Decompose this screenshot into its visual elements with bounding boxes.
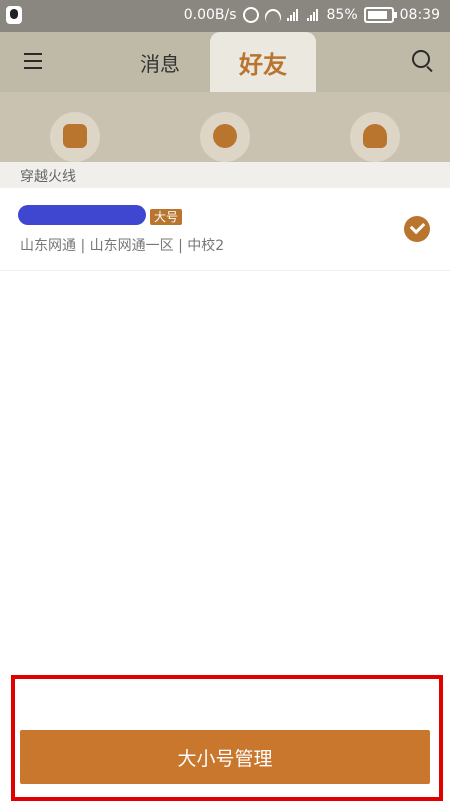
- redacted-name: [18, 205, 146, 225]
- alarm-icon: [242, 7, 259, 23]
- battery-icon: [363, 7, 397, 23]
- wifi-icon: [265, 9, 281, 21]
- highlight-frame: [11, 675, 443, 801]
- menu-icon[interactable]: [24, 52, 42, 70]
- tab-friends[interactable]: 好友: [210, 32, 316, 92]
- signal-icon-2: [306, 9, 321, 21]
- top-navigation: 消息 好友: [0, 32, 450, 92]
- status-bar: 0.00B/s 85% 08:39: [0, 0, 450, 32]
- signal-icon-1: [286, 9, 301, 21]
- clock: 08:39: [399, 7, 440, 23]
- section-title: 穿越火线: [20, 169, 76, 185]
- main-account-badge: 大号: [150, 209, 183, 225]
- feature-icon-row: [0, 92, 450, 162]
- search-icon[interactable]: [412, 50, 430, 68]
- account-row[interactable]: 大号 山东网通 | 山东网通一区 | 中校2: [0, 190, 450, 271]
- badge-shield-icon[interactable]: [50, 112, 100, 162]
- tab-messages[interactable]: 消息: [120, 32, 200, 92]
- crosshair-icon[interactable]: [200, 112, 250, 162]
- qq-icon: [6, 6, 22, 24]
- section-header: 穿越火线: [0, 162, 450, 188]
- battery-percent: 85%: [326, 7, 358, 23]
- helmet-add-icon[interactable]: [350, 112, 400, 162]
- account-details: 山东网通 | 山东网通一区 | 中校2: [20, 238, 225, 254]
- check-icon[interactable]: [404, 216, 430, 242]
- net-speed: 0.00B/s: [183, 7, 237, 23]
- status-indicators: 0.00B/s 85% 08:39: [184, 7, 440, 23]
